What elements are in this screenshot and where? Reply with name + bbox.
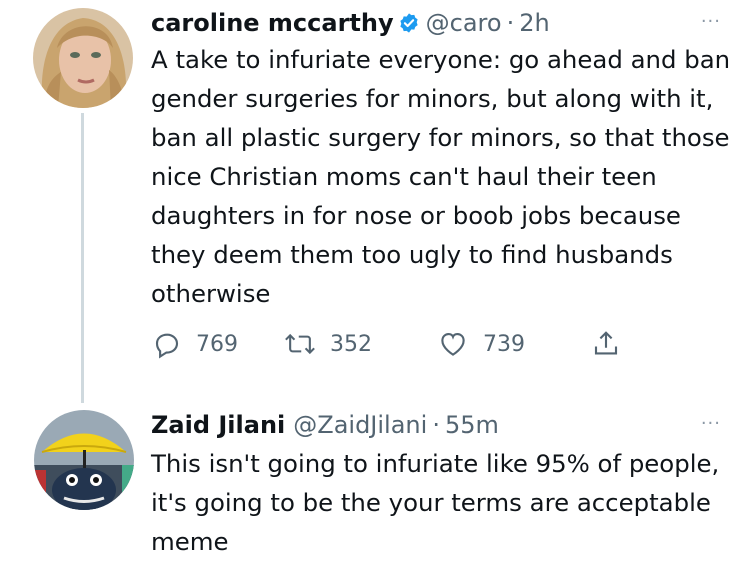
- like-count: 739: [483, 331, 525, 357]
- display-name[interactable]: caroline mccarthy: [151, 9, 394, 37]
- share-icon: [591, 329, 621, 359]
- verified-badge-icon: [398, 10, 420, 42]
- reply-count: 769: [196, 331, 238, 357]
- more-options-icon[interactable]: ···: [701, 414, 721, 434]
- retweet-button[interactable]: 352: [284, 324, 372, 364]
- share-button[interactable]: [591, 324, 621, 364]
- separator: ·: [432, 411, 440, 439]
- reply-button[interactable]: 769: [152, 324, 238, 364]
- handle[interactable]: @ZaidJilani: [293, 411, 427, 439]
- heart-icon: [437, 329, 469, 359]
- retweet-count: 352: [330, 331, 372, 357]
- thread-line: [81, 113, 84, 403]
- tweet-text: A take to infuriate everyone: go ahead a…: [151, 45, 731, 308]
- avatar-caroline[interactable]: [33, 8, 133, 108]
- retweet-icon: [284, 329, 316, 359]
- reply-icon: [152, 329, 182, 359]
- avatar-zaid[interactable]: [34, 410, 134, 510]
- timestamp[interactable]: 2h: [519, 9, 549, 37]
- more-options-icon[interactable]: ···: [701, 12, 721, 32]
- tweet-header: Zaid Jilani @ZaidJilani · 55m: [151, 409, 499, 441]
- display-name[interactable]: Zaid Jilani: [151, 411, 285, 439]
- tweet-header: caroline mccarthy @caro · 2h: [151, 7, 550, 42]
- like-button[interactable]: 739: [437, 324, 525, 364]
- tweet-text: This isn't going to infuriate like 95% o…: [151, 449, 720, 556]
- timestamp[interactable]: 55m: [445, 411, 499, 439]
- separator: ·: [506, 9, 515, 37]
- handle[interactable]: @caro: [426, 9, 502, 37]
